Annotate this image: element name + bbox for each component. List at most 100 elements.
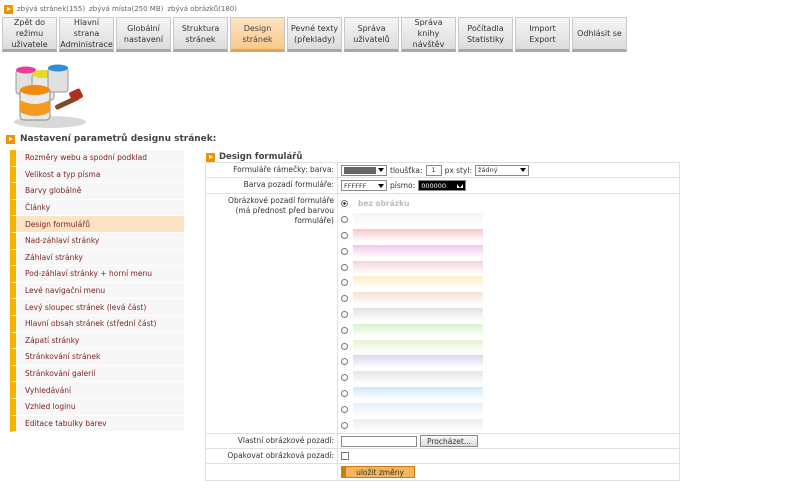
save-button[interactable]: uložit změny (341, 466, 415, 478)
bg-swatch (353, 292, 483, 306)
form-title-text: Design formulářů (219, 152, 303, 162)
sidebar-item[interactable]: Levý sloupec stránek (levá část) (10, 299, 184, 316)
bg-color-label: Barva pozadí formuláře: (206, 178, 338, 193)
bg-swatch (353, 276, 483, 290)
sidebar-item[interactable]: Záhlaví stránky (10, 249, 184, 267)
sidebar-item[interactable]: Vyhledávání (10, 382, 184, 399)
browse-button[interactable]: Procházet... (420, 435, 479, 447)
nav-tab[interactable]: Zpět do režimu uživatele (2, 17, 57, 52)
radio-button[interactable] (341, 247, 348, 255)
sidebar-item[interactable]: Stránkování stránek (10, 349, 184, 366)
chevron-down-icon (378, 168, 384, 172)
bg-option[interactable] (338, 275, 679, 291)
nav-tab[interactable]: Import Export (515, 17, 570, 52)
thickness-input[interactable]: 1 (425, 164, 442, 176)
radio-button[interactable] (341, 405, 348, 413)
bg-color-select[interactable]: FFFFFF (341, 180, 387, 191)
radio-button[interactable] (341, 279, 348, 287)
bg-color-row: Barva pozadí formuláře: FFFFFF písmo: 00… (206, 178, 679, 194)
sidebar-item[interactable]: Nad-záhlaví stránky (10, 232, 184, 250)
bg-swatch (353, 386, 483, 400)
nav-tab[interactable]: Globální nastavení (116, 17, 171, 52)
bg-option[interactable] (338, 354, 679, 370)
bg-option[interactable] (338, 386, 679, 402)
bg-swatch (353, 228, 483, 242)
sidebar-menu: Rozměry webu a spodní podklad Velikost a … (10, 150, 184, 433)
bg-color-value: FFFFFF (344, 181, 367, 190)
pages-remaining: zbývá stránek(155) (17, 5, 86, 13)
sidebar-item[interactable]: Editace tabulky barev (10, 415, 184, 433)
sidebar-item[interactable]: Velikost a typ písma (10, 166, 184, 184)
frame-color-swatch (344, 166, 376, 174)
style-select[interactable]: žádný (475, 164, 530, 176)
nav-tab[interactable]: Správa uživatelů (344, 17, 399, 52)
bg-swatch (353, 371, 483, 385)
radio-button[interactable] (341, 421, 348, 429)
arrow-icon (6, 134, 15, 144)
bg-option[interactable] (338, 417, 679, 433)
chevron-down-icon (457, 183, 464, 188)
bg-image-row: Obrázkové pozadí formuláře (má přednost … (206, 194, 679, 434)
frame-label: Formuláře rámečky: barva: (206, 163, 338, 177)
font-color-label: písmo: (390, 181, 416, 190)
bg-option[interactable] (338, 322, 679, 338)
bg-swatch (353, 307, 483, 321)
style-label: px styl: (444, 165, 473, 175)
bg-option[interactable] (338, 401, 679, 417)
repeat-checkbox[interactable] (341, 452, 349, 460)
radio-button[interactable] (341, 389, 348, 397)
nav-tab[interactable]: Správa knihy návštěv (401, 17, 456, 52)
bg-option[interactable] (338, 291, 679, 307)
nav-tab[interactable]: Struktura stránek (173, 17, 228, 52)
nav-tab[interactable]: Design stránek (230, 17, 285, 52)
sidebar-item[interactable]: Rozměry webu a spodní podklad (10, 150, 184, 167)
nav-tab[interactable]: Hlavní strana Administrace (59, 17, 114, 52)
bg-option[interactable] (338, 212, 679, 228)
bg-swatch (353, 402, 483, 416)
bg-option[interactable] (338, 243, 679, 259)
bg-option[interactable] (338, 228, 679, 244)
bg-option[interactable] (338, 370, 679, 386)
radio-button[interactable] (341, 326, 348, 334)
bg-swatch (353, 323, 483, 337)
bg-swatch (353, 339, 483, 353)
sidebar-item[interactable]: Hlavní obsah stránek (střední část) (10, 315, 184, 333)
nav-tab[interactable]: Počítadla Statistiky (458, 17, 513, 52)
font-color-select[interactable]: 000000 (418, 180, 467, 191)
radio-button[interactable] (341, 216, 348, 224)
sidebar-item[interactable]: Stránkování galerií (10, 365, 184, 383)
custom-bg-row: Vlastní obrázkové pozadí: Procházet... (206, 434, 679, 449)
bg-swatch (353, 260, 483, 274)
status-bar: zbývá stránek(155) zbývá místa(250 MB) z… (4, 3, 237, 15)
bg-option-none[interactable]: bez obrázku (338, 196, 679, 212)
sidebar-item[interactable]: Vzhled loginu (10, 398, 184, 416)
sidebar-item[interactable]: Levé navigační menu (10, 282, 184, 300)
sidebar-item[interactable]: Pod-záhlaví stránky + horní menu (10, 266, 184, 283)
custom-bg-input[interactable] (341, 435, 417, 447)
save-row: uložit změny (206, 464, 679, 480)
sidebar-item[interactable]: Design formulářů (10, 216, 184, 233)
bg-swatch (353, 418, 483, 432)
radio-button[interactable] (341, 263, 348, 271)
section-title-text: Nastavení parametrů designu stránek: (20, 134, 217, 144)
nav-tab[interactable]: Odhlásit se (572, 17, 627, 52)
radio-button[interactable] (341, 358, 348, 366)
repeat-label: Opakovat obrázková pozadí: (206, 449, 338, 463)
sidebar-item[interactable]: Články (10, 199, 184, 217)
radio-button[interactable] (341, 310, 348, 318)
radio-button[interactable] (341, 374, 348, 382)
bg-option[interactable] (338, 259, 679, 275)
nav-tab[interactable]: Pevné texty (překlady) (287, 17, 342, 52)
form-title: Design formulářů (206, 152, 302, 162)
bg-option[interactable] (338, 307, 679, 323)
thickness-label: tloušťka: (390, 165, 423, 175)
radio-button[interactable] (341, 231, 348, 239)
sidebar-item[interactable]: Barvy globálně (10, 183, 184, 200)
radio-button[interactable] (341, 200, 348, 208)
bg-option[interactable] (338, 338, 679, 354)
sidebar-item[interactable]: Zápatí stránky (10, 332, 184, 350)
radio-button[interactable] (341, 342, 348, 350)
radio-button[interactable] (341, 295, 348, 303)
frame-color-select[interactable] (341, 164, 387, 176)
bg-image-options: bez obrázku (338, 194, 679, 433)
